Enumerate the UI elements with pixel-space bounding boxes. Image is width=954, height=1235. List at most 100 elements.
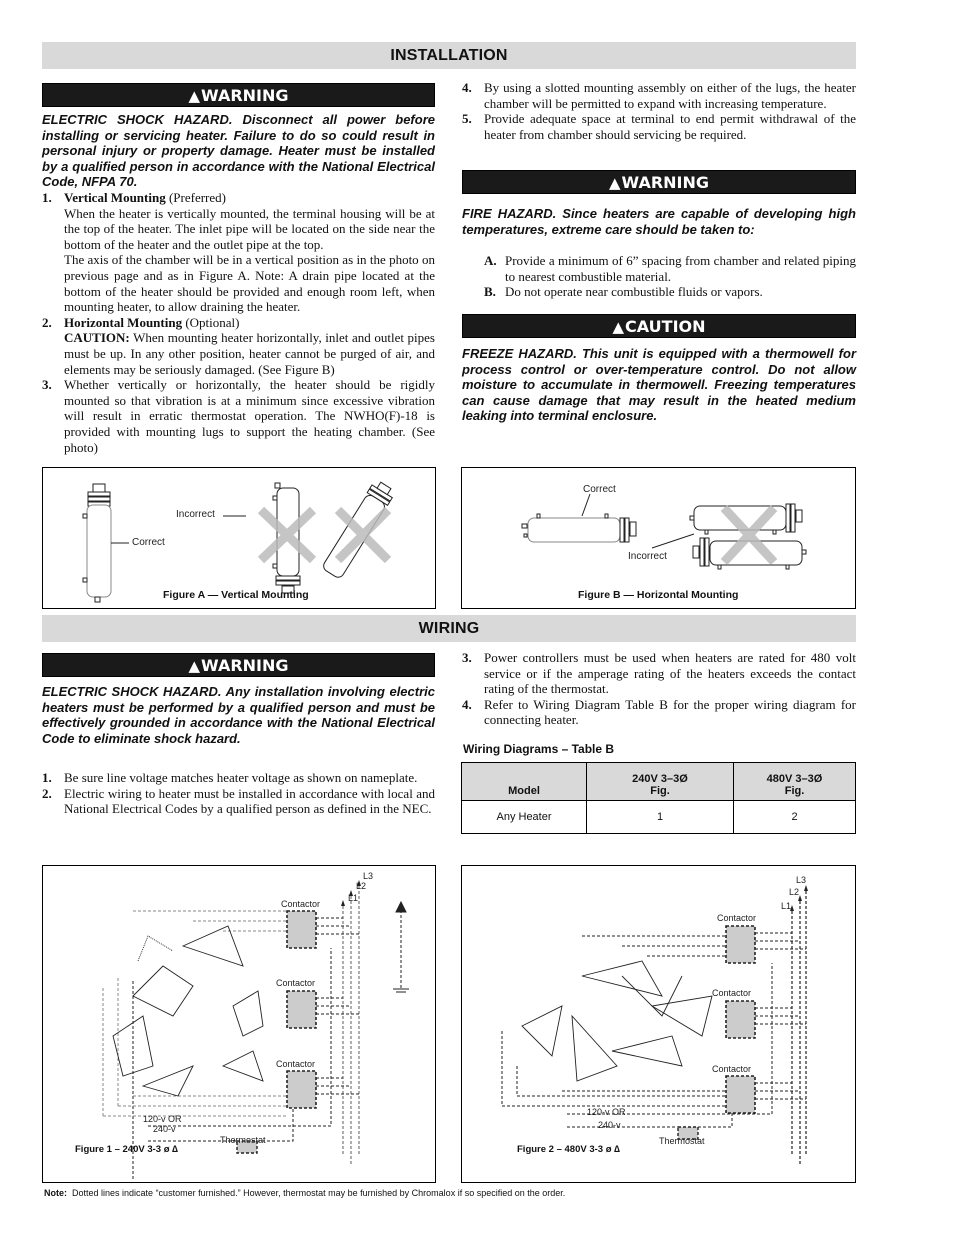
item-number: 3. <box>462 650 472 665</box>
line-label-l1: L1 <box>348 893 359 903</box>
warning-triangle-icon: ▲ <box>612 318 625 336</box>
thermostat-label: Thermostat <box>659 1136 705 1146</box>
list-item: 2. Horizontal Mounting (Optional) CAUTIO… <box>42 315 435 377</box>
section-header-wiring: WIRING <box>42 615 856 642</box>
note-text: Dotted lines indicate “customer furnishe… <box>72 1188 566 1198</box>
item-title: Horizontal Mounting <box>64 314 183 330</box>
item-paragraph: The axis of the chamber will be in a ver… <box>64 252 435 315</box>
item-letter: A. <box>484 253 497 268</box>
heater-elements <box>521 960 713 1082</box>
list-item: 3. Power controllers must be used when h… <box>462 650 856 697</box>
fire-hazard-text: FIRE HAZARD. Since heaters are capable o… <box>462 206 856 237</box>
item-text: Be sure line voltage matches heater volt… <box>64 770 418 785</box>
caution-banner: ▲CAUTION <box>462 314 856 338</box>
item-qualifier: (Preferred) <box>165 190 226 205</box>
heater-wiring <box>102 910 287 1117</box>
contactor-label: Contactor <box>281 899 321 909</box>
item-title: Vertical Mounting <box>64 190 166 205</box>
figure-1-caption: Figure 1 – 240V 3-3 ø ∆ <box>75 1144 178 1155</box>
header-480v: 480V 3–3Ø Fig. <box>733 762 856 801</box>
wiring-shock-hazard-text: ELECTRIC SHOCK HAZARD. Any installation … <box>42 684 435 746</box>
label-correct: Correct <box>132 537 165 548</box>
supply-lines <box>342 886 360 1166</box>
warning-banner: ▲WARNING <box>42 83 435 107</box>
item-text: Power controllers must be used when heat… <box>484 650 856 697</box>
figure-b-horizontal-mounting: Correct Incorrect Figure B — Horizontal … <box>461 467 856 609</box>
line-label-l3: L3 <box>796 875 807 885</box>
warning-label: WARNING <box>201 656 289 675</box>
item-letter: B. <box>484 284 496 300</box>
heater-elements <box>112 925 264 1097</box>
label-incorrect: Incorrect <box>628 551 667 562</box>
table-row: Any Heater 1 2 <box>461 800 856 834</box>
figure-a-vertical-mounting: Correct Incorrect Figure A — Vertical Mo… <box>42 467 436 609</box>
cell-240v-fig: 1 <box>586 800 734 834</box>
figure-a-caption: Figure A — Vertical Mounting <box>163 589 309 601</box>
line-label-l1: L1 <box>781 901 792 911</box>
item-paragraph: When the heater is vertically mounted, t… <box>64 205 435 252</box>
figure-b-caption: Figure B — Horizontal Mounting <box>578 589 739 601</box>
freeze-hazard-text: FREEZE HAZARD. This unit is equipped wit… <box>462 346 856 424</box>
item-text: Whether vertically or horizontally, the … <box>64 377 435 455</box>
line-label-l3: L3 <box>363 871 374 881</box>
footer-note: Note: Dotted lines indicate “customer fu… <box>44 1188 565 1198</box>
item-number: 4. <box>462 80 472 95</box>
contactor-label: Contactor <box>276 1059 316 1069</box>
list-item: 4. Refer to Wiring Diagram Table B for t… <box>462 697 856 728</box>
warning-triangle-icon: ▲ <box>188 87 201 105</box>
contactors <box>725 925 756 1114</box>
supply-label-240v: 240-v <box>153 1124 176 1134</box>
warning-triangle-icon: ▲ <box>188 657 201 675</box>
list-item: 1. Vertical Mounting (Preferred) When th… <box>42 190 435 315</box>
list-item: 1. Be sure line voltage matches heater v… <box>42 770 435 786</box>
item-qualifier: (Optional) <box>182 314 240 330</box>
list-item: B. Do not operate near combustible fluid… <box>484 284 856 300</box>
item-text: Do not operate near combustible fluids o… <box>505 284 763 300</box>
caution-label: CAUTION <box>625 317 706 336</box>
contactors <box>286 910 317 1109</box>
list-item: 5. Provide adequate space at terminal to… <box>462 111 856 142</box>
supply-label-120v: 120-v OR <box>143 1114 182 1124</box>
heater-correct-horizontal <box>521 513 637 543</box>
warning-triangle-icon: ▲ <box>608 174 621 192</box>
note-label: Note: <box>44 1188 67 1198</box>
item-number: 1. <box>42 190 52 205</box>
figure-2-caption: Figure 2 – 480V 3-3 ø ∆ <box>517 1144 620 1155</box>
header-240v: 240V 3–3Ø Fig. <box>586 762 734 801</box>
thermostat-label: Thermostat <box>220 1135 266 1145</box>
supply-label-240v: 240-v <box>598 1120 621 1130</box>
contactor-label: Contactor <box>717 913 757 923</box>
customer-wiring <box>501 932 806 1128</box>
section-header-installation: INSTALLATION <box>42 42 856 69</box>
heater-incorrect-horizontal-bottom <box>692 537 807 570</box>
item-number: 3. <box>42 377 52 393</box>
fire-warning-banner: ▲WARNING <box>462 170 856 194</box>
item-text: Electric wiring to heater must be instal… <box>64 785 435 817</box>
item-number: 5. <box>462 111 472 127</box>
header-model: Model <box>461 762 587 801</box>
line-label-l2: L2 <box>789 887 800 897</box>
list-item: A. Provide a minimum of 6” spacing from … <box>484 253 856 284</box>
contactor-label: Contactor <box>712 988 752 998</box>
item-text: Refer to Wiring Diagram Table B for the … <box>484 696 856 728</box>
item-number: 2. <box>42 314 52 330</box>
figure-2-wiring-diagram: Contactor Contactor Contactor L1 L2 L3 1… <box>461 865 856 1183</box>
contactor-label: Contactor <box>276 978 316 988</box>
installation-steps-right: 4. By using a slotted mounting assembly … <box>462 80 856 142</box>
wiring-diagrams-table: Model 240V 3–3Ø Fig. 480V 3–3Ø Fig. Any He… <box>461 762 856 834</box>
heater-correct-vertical <box>82 483 112 603</box>
item-number: 2. <box>42 785 52 801</box>
warning-label: WARNING <box>201 86 289 105</box>
electric-shock-hazard-text: ELECTRIC SHOCK HAZARD. Disconnect all po… <box>42 112 435 190</box>
installation-steps-left: 1. Vertical Mounting (Preferred) When th… <box>42 190 435 455</box>
line-label-l2: L2 <box>356 881 367 891</box>
table-title: Wiring Diagrams – Table B <box>463 742 615 756</box>
supply-lines <box>791 891 807 1166</box>
item-text: Provide a minimum of 6” spacing from cha… <box>505 253 856 284</box>
table-header-row: Model 240V 3–3Ø Fig. 480V 3–3Ø Fig. <box>461 762 856 801</box>
label-correct: Correct <box>583 484 616 495</box>
list-item: 4. By using a slotted mounting assembly … <box>462 80 856 111</box>
wiring-warning-banner: ▲WARNING <box>42 653 435 677</box>
list-item: 2. Electric wiring to heater must be ins… <box>42 786 435 817</box>
warning-label: WARNING <box>621 173 710 192</box>
